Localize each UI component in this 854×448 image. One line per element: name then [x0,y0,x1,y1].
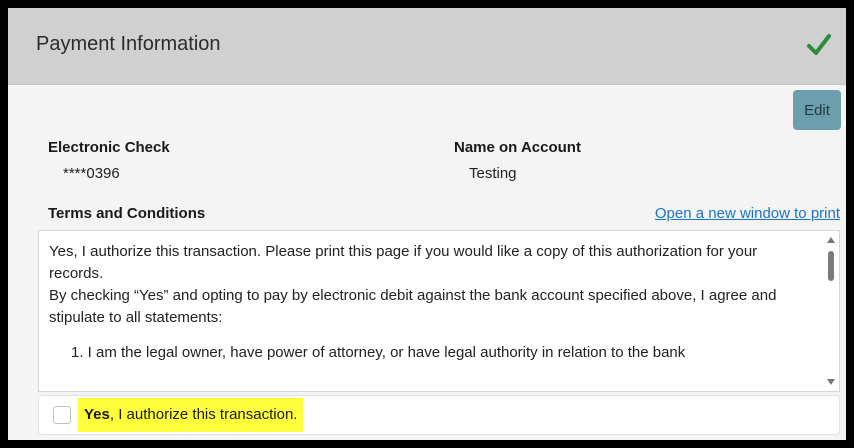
print-link[interactable]: Open a new window to print [655,205,840,222]
scroll-down-arrow-icon[interactable] [827,379,835,385]
page-title: Payment Information [36,33,221,55]
checkmark-icon [806,32,832,58]
consent-checkbox[interactable] [53,406,71,424]
consent-row: Yes, I authorize this transaction. [38,395,840,435]
payment-panel: Payment Information Edit Electronic Chec… [8,8,846,440]
name-on-account-label: Name on Account [454,139,581,156]
scrollbar-thumb[interactable] [828,251,834,281]
scroll-up-arrow-icon[interactable] [827,237,835,243]
terms-content: Yes, I authorize this transaction. Pleas… [49,241,809,364]
scrollbar[interactable] [823,231,839,391]
terms-heading: Terms and Conditions [48,205,206,222]
consent-text: , I authorize this transaction. [109,406,298,423]
terms-paragraph: By checking “Yes” and opting to pay by e… [49,287,777,326]
terms-text-area[interactable]: Yes, I authorize this transaction. Pleas… [38,230,840,392]
consent-yes: Yes [84,406,110,423]
name-on-account-value: Testing [469,165,517,182]
panel-header: Payment Information [8,8,846,85]
payment-method-label: Electronic Check [48,139,170,156]
terms-list-item: 1. I am the legal owner, have power of a… [71,344,686,361]
consent-label[interactable]: Yes, I authorize this transaction. [78,398,304,432]
terms-paragraph: Yes, I authorize this transaction. Pleas… [49,243,758,282]
account-number: ****0396 [63,165,120,182]
edit-button[interactable]: Edit [793,90,841,130]
